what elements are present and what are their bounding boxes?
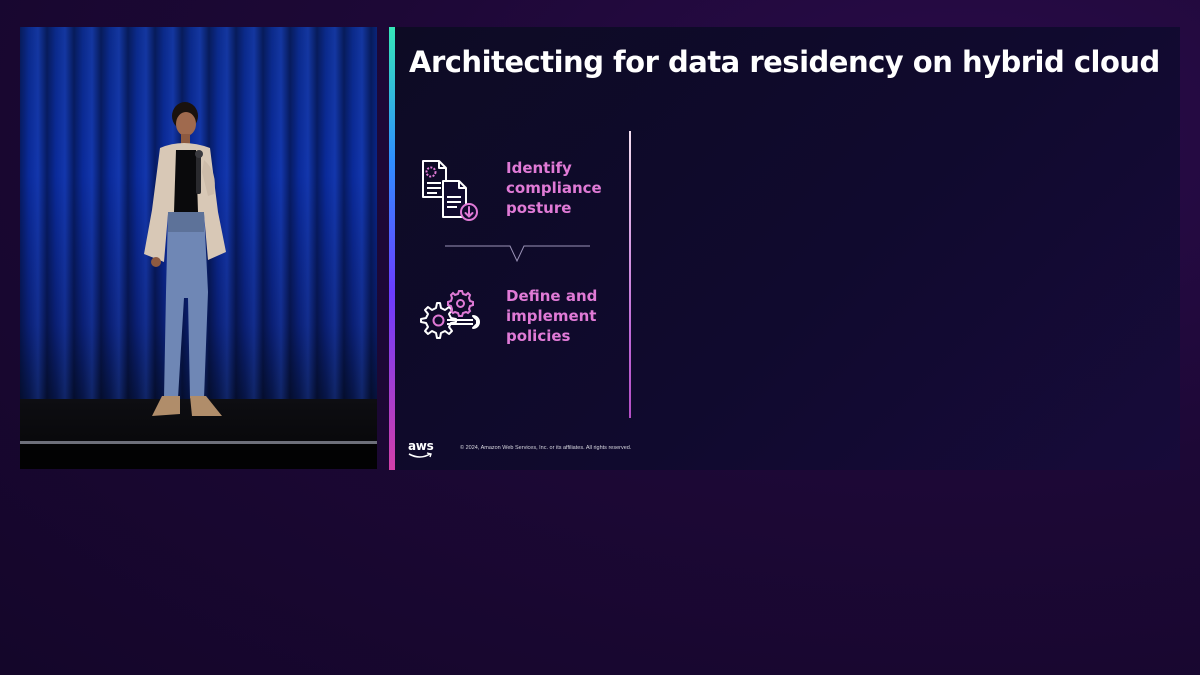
speaker-video [20,27,377,469]
step-connector [445,245,590,263]
compliance-documents-icon [422,160,478,221]
slide-accent-bar [389,27,395,470]
speaker-figure [144,102,226,416]
slide-title: Architecting for data residency on hybri… [409,45,1160,79]
aws-smile-icon [408,452,432,458]
presentation-slide: Architecting for data residency on hybri… [389,27,1180,470]
step-2-line-2: implement [506,307,597,325]
step-identify-compliance-label: Identify compliance posture [506,158,602,218]
step-1-line-1: Identify [506,159,572,177]
slide-vertical-divider [629,131,631,418]
step-2-line-1: Define and [506,287,598,305]
step-1-line-2: compliance [506,179,602,197]
copyright-notice: © 2024, Amazon Web Services, Inc. or its… [460,445,632,451]
step-2-line-3: policies [506,327,571,345]
step-define-policies-label: Define and implement policies [506,286,597,346]
stage-floor [20,444,377,469]
gears-wrench-icon [420,290,480,339]
step-1-line-3: posture [506,199,572,217]
aws-logo: aws [408,439,434,453]
